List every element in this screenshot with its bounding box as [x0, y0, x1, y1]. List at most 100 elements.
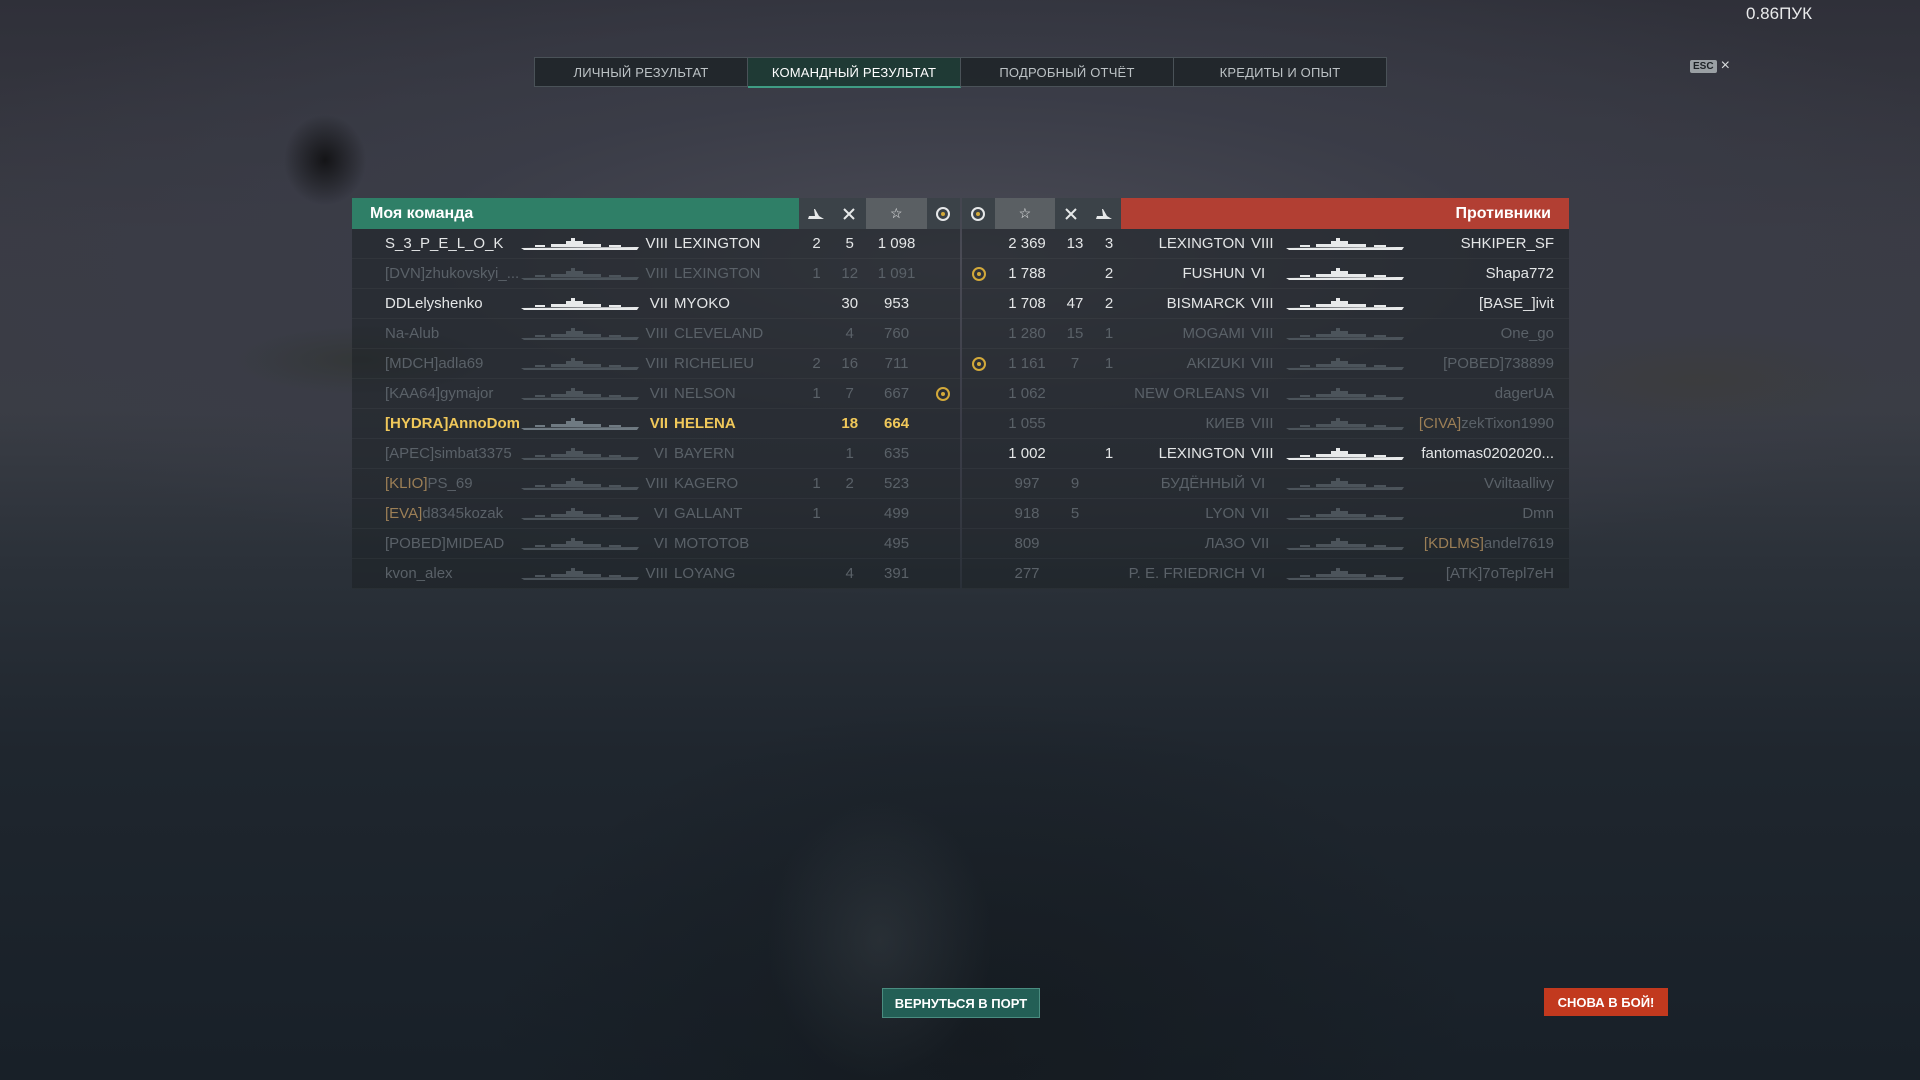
frags-value: 13 [1066, 235, 1084, 252]
ship-tier: VIII [1251, 295, 1274, 312]
ship-tier: VII [1251, 535, 1270, 552]
player-clan-tag: [KAA64] [385, 385, 441, 402]
my-team-row[interactable]: [EVA] d8345kozak VI GALLANT 1 499 [352, 499, 960, 529]
ship-name: AKIZUKI [1186, 355, 1245, 372]
player-name: kvon_alex [385, 565, 453, 582]
planes-column-icon [1087, 198, 1121, 229]
player-name-cell: kvon_alex [352, 565, 519, 582]
player-clan-tag: [EVA] [385, 505, 423, 522]
enemy-team-row[interactable]: 1 708 47 2 BISMARCK VIII [BASE_] ivit [962, 289, 1569, 319]
planes-destroyed-value: 1 [812, 385, 821, 402]
my-team-row[interactable]: DDLelyshenko VII MYOKO 30 953 [352, 289, 960, 319]
ship-tier: VII [649, 415, 669, 432]
ship-silhouette-cell [1281, 447, 1409, 461]
my-team-row[interactable]: [KLIO] PS_69 VIII KAGERO 1 2 523 [352, 469, 960, 499]
ship-tier: VI [1251, 475, 1266, 492]
planes-destroyed-value: 3 [1104, 235, 1114, 252]
achievement-cell [962, 356, 996, 371]
player-clan-tag: [POBED] [1443, 355, 1504, 372]
ship-tier: VI [653, 505, 669, 522]
frags-value: 5 [845, 235, 854, 252]
base-xp-value: 1 002 [1008, 445, 1046, 462]
ship-silhouette-cell [519, 417, 641, 431]
ship-silhouette-cell [519, 387, 641, 401]
player-name-cell: [KLIO] PS_69 [352, 475, 519, 492]
my-team-row[interactable]: [HYDRA]AnnoDomi... VII HELENA 18 664 [352, 409, 960, 439]
my-team-panel: Моя команда ☆ S_3_P_E_L_O_K VIII LEXINGTON… [352, 198, 960, 589]
ship-silhouette-cell [1281, 267, 1409, 281]
ship-name: LOYANG [674, 565, 736, 582]
enemy-team-row[interactable]: 1 161 7 1 AKIZUKI VIII [POBED] 738899 [962, 349, 1569, 379]
battle-again-button[interactable]: СНОВА В БОЙ! [1544, 988, 1668, 1016]
base-xp-value: 1 161 [1008, 355, 1046, 372]
ship-name: MOGAMI [1182, 325, 1246, 342]
ship-silhouette-icon [1286, 507, 1404, 520]
enemy-team-row[interactable]: 1 788 2 FUSHUN VI Shapa772 [962, 259, 1569, 289]
base-xp-value: 997 [1014, 475, 1040, 492]
enemy-team-header: ☆ Противники [962, 198, 1569, 229]
ship-silhouette-icon [520, 387, 639, 400]
ship-silhouette-icon [1286, 387, 1404, 400]
ship-silhouette-icon [520, 507, 639, 520]
achievement-icon [936, 386, 951, 401]
ship-silhouette-cell [519, 237, 641, 251]
enemy-team-row[interactable]: 1 062 NEW ORLEANS VII dagerUA [962, 379, 1569, 409]
enemy-team-row[interactable]: 1 280 15 1 MOGAMI VIII One_go [962, 319, 1569, 349]
enemy-team-row[interactable]: 997 9 БУДЁННЫЙ VI Vviltaallivy [962, 469, 1569, 499]
base-xp-value: 809 [1014, 535, 1040, 552]
my-team-row[interactable]: [POBED] MIDEAD VI MOTOTOB 495 [352, 529, 960, 559]
enemy-team-row[interactable]: 277 P. E. FRIEDRICH VI [ATK] 7oTepl7eH [962, 559, 1569, 589]
ship-name: FUSHUN [1182, 265, 1246, 282]
player-name: dagerUA [1494, 385, 1554, 402]
my-team-row[interactable]: [MDCH] adla69 VIII RICHELIEU 2 16 711 [352, 349, 960, 379]
player-clan-tag: [ATK] [1445, 565, 1483, 582]
ship-name: KAGERO [674, 475, 739, 492]
ship-silhouette-icon [1286, 237, 1404, 250]
enemy-team-row[interactable]: 1 002 1 LEXINGTON VIII fantomas0202020... [962, 439, 1569, 469]
frags-value: 7 [1070, 355, 1080, 372]
base-xp-value: 277 [1014, 565, 1040, 582]
enemy-team-row[interactable]: 918 5 LYON VII Dmn [962, 499, 1569, 529]
my-team-row[interactable]: [KAA64] gymajor VII NELSON 1 7 667 [352, 379, 960, 409]
my-team-row[interactable]: S_3_P_E_L_O_K VIII LEXINGTON 2 5 1 098 [352, 229, 960, 259]
ship-name: GALLANT [674, 505, 743, 522]
enemy-team-row[interactable]: 2 369 13 3 LEXINGTON VIII SHKIPER_SF [962, 229, 1569, 259]
planes-destroyed-value: 1 [1104, 445, 1114, 462]
ship-silhouette-cell [1281, 567, 1409, 581]
planes-destroyed-value: 2 [1104, 295, 1114, 312]
close-button[interactable]: ESC × [1690, 58, 1730, 74]
ship-silhouette-cell [1281, 357, 1409, 371]
tab-personal-result[interactable]: ЛИЧНЫЙ РЕЗУЛЬТАТ [535, 58, 748, 86]
player-name: DDLelyshenko [385, 295, 483, 312]
player-name-cell: [APEC] simbat3375 [352, 445, 519, 462]
enemy-team-row[interactable]: 1 055 КИЕВ VIII [CIVA] zekTixon1990 [962, 409, 1569, 439]
player-clan-tag: [HYDRA] [385, 415, 449, 432]
my-team-row[interactable]: Na-Alub VIII CLEVELAND 4 760 [352, 319, 960, 349]
player-clan-tag: [KDLMS] [1423, 535, 1484, 552]
player-clan-tag: [DVN] [385, 265, 426, 282]
player-name-cell: S_3_P_E_L_O_K [352, 235, 519, 252]
return-to-port-button[interactable]: ВЕРНУТЬСЯ В ПОРТ [882, 988, 1040, 1018]
achievement-icon [972, 356, 986, 371]
my-team-row[interactable]: [APEC] simbat3375 VI BAYERN 1 635 [352, 439, 960, 469]
player-name: gymajor [440, 385, 494, 402]
player-clan-tag: [KLIO] [385, 475, 428, 492]
ship-silhouette-cell [1281, 237, 1409, 251]
base-xp-value: 667 [884, 385, 910, 402]
my-team-row[interactable]: kvon_alex VIII LOYANG 4 391 [352, 559, 960, 589]
ship-tier: VI [653, 445, 669, 462]
ship-silhouette-cell [519, 447, 641, 461]
ship-name: LEXINGTON [674, 265, 761, 282]
player-name: ivit [1535, 295, 1554, 312]
player-name: Shapa772 [1485, 265, 1554, 282]
ship-name: RICHELIEU [674, 355, 755, 372]
player-name: AnnoDomi... [448, 415, 519, 432]
player-name-cell: Vviltaallivy [1409, 475, 1554, 492]
tab-team-result[interactable]: КОМАНДНЫЙ РЕЗУЛЬТАТ [748, 58, 961, 88]
tab-detailed-report[interactable]: ПОДРОБНЫЙ ОТЧЁТ [961, 58, 1174, 86]
my-team-row[interactable]: [DVN] zhukovskyi_... VIII LEXINGTON 1 12 1 091 [352, 259, 960, 289]
planes-column-icon [799, 198, 833, 229]
tab-credits-xp[interactable]: КРЕДИТЫ И ОПЫТ [1174, 58, 1386, 86]
player-clan-tag: [APEC] [385, 445, 435, 462]
enemy-team-row[interactable]: 809 ЛАЗО VII [KDLMS] andel7619 [962, 529, 1569, 559]
